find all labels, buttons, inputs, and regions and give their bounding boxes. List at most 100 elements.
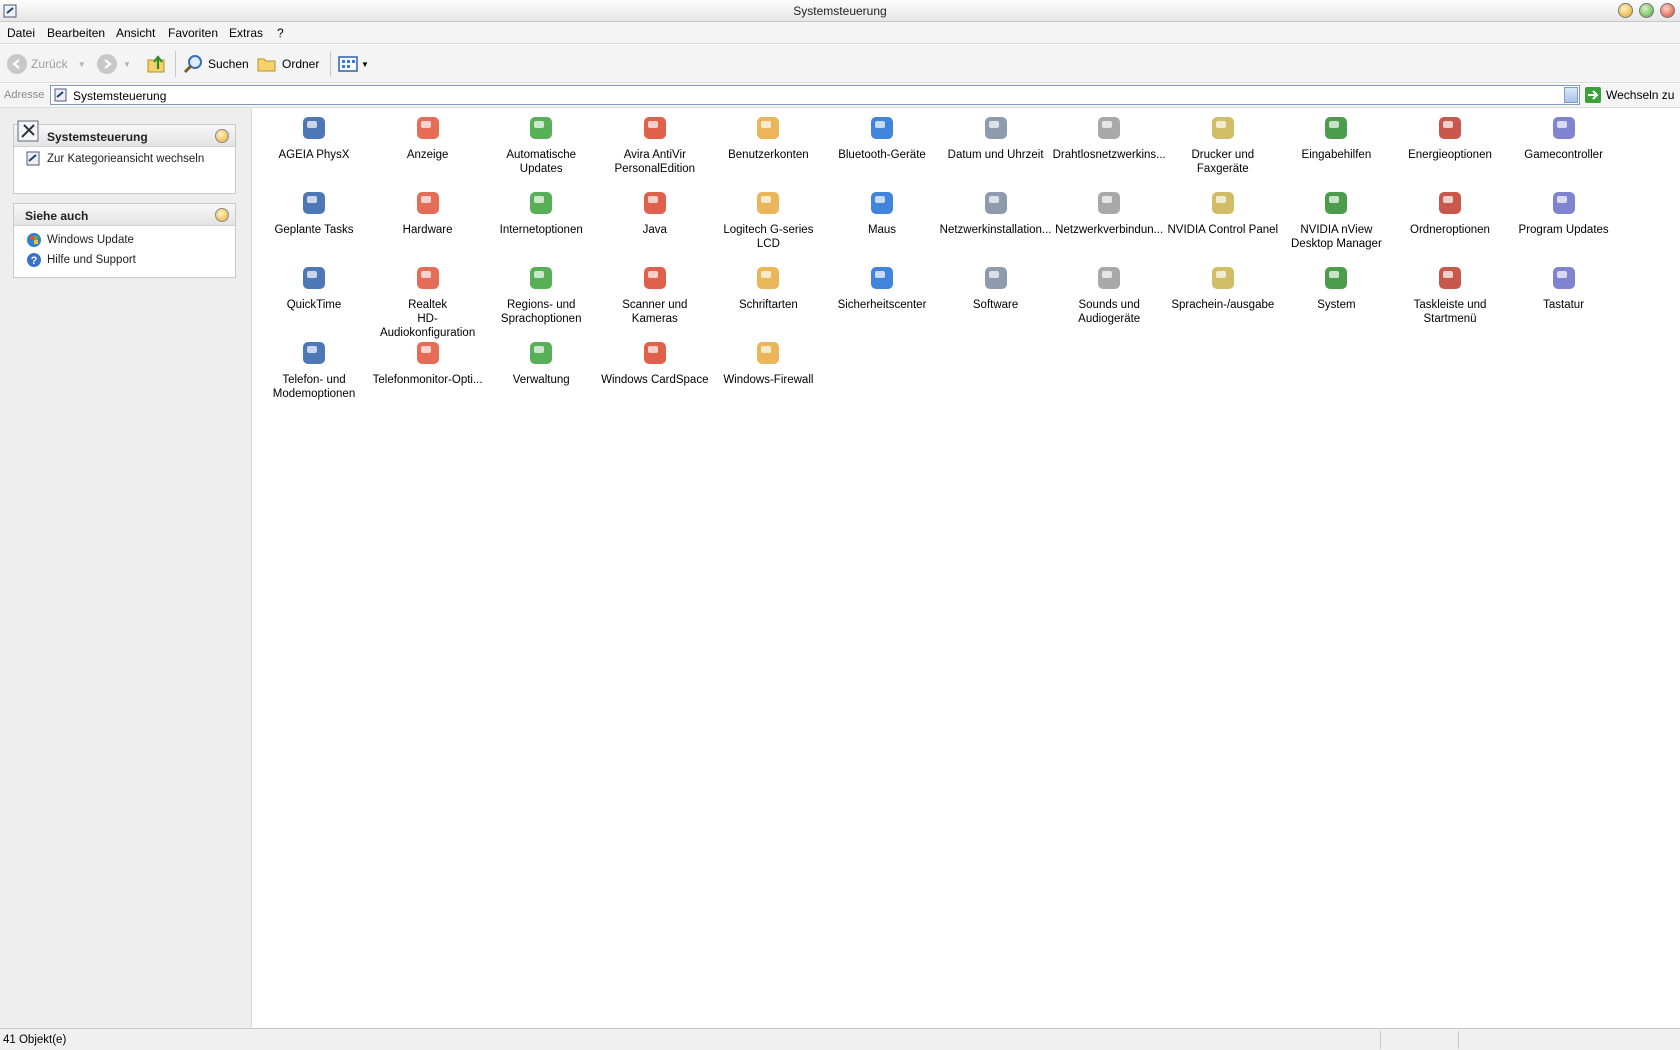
cp-item[interactable]: Maus — [825, 183, 939, 255]
cp-item[interactable]: Sprachein-/ausgabe — [1166, 258, 1280, 330]
cp-item[interactable]: Sounds und Audiogeräte — [1052, 258, 1166, 330]
cp-item[interactable]: Bluetooth-Geräte — [825, 108, 939, 180]
nvidia-nview-icon — [1325, 192, 1348, 214]
go-arrow-icon — [1585, 87, 1601, 103]
automatic-updates-icon — [530, 117, 553, 139]
cp-item[interactable]: Ordneroptionen — [1393, 183, 1507, 255]
close-button[interactable] — [1660, 3, 1675, 18]
menu-datei[interactable]: Datei — [7, 26, 35, 40]
address-value: Systemsteuerung — [73, 89, 167, 103]
address-field[interactable]: Systemsteuerung — [50, 85, 1580, 105]
cp-item-label: Verwaltung — [512, 374, 570, 386]
category-view-icon — [26, 151, 40, 166]
internet-options-icon — [530, 192, 553, 214]
cp-item[interactable]: Automatische Updates — [484, 108, 598, 180]
back-label: Zurück — [31, 57, 68, 71]
cp-item[interactable]: Tastatur — [1507, 258, 1621, 330]
cp-item[interactable]: Eingabehilfen — [1279, 108, 1393, 180]
cp-item[interactable]: Realtek HD-Audiokonfiguration — [371, 258, 485, 339]
cp-item[interactable]: Datum und Uhrzeit — [939, 108, 1053, 180]
menu-bearbeiten[interactable]: Bearbeiten — [47, 26, 105, 40]
cp-item[interactable]: Logitech G-series LCD — [711, 183, 825, 255]
cp-item[interactable]: NVIDIA Control Panel — [1166, 183, 1280, 255]
cp-item[interactable]: Internetoptionen — [484, 183, 598, 255]
cp-item[interactable]: Netzwerkinstallation... — [939, 183, 1053, 255]
cp-item-label: NVIDIA nView Desktop Manager — [1291, 224, 1382, 250]
cp-item-label: Drahtlosnetzwerkins... — [1052, 149, 1166, 161]
windows-update-link[interactable]: Windows Update — [14, 230, 235, 250]
scanner-camera-icon — [643, 267, 666, 289]
menu-help[interactable]: ? — [277, 26, 284, 40]
cp-item[interactable]: Software — [939, 258, 1053, 330]
up-folder-button[interactable] — [146, 53, 168, 75]
cp-item[interactable]: Geplante Tasks — [257, 183, 371, 255]
go-button[interactable]: Wechseln zu — [1584, 85, 1674, 105]
mouse-icon — [871, 192, 893, 214]
panel-header[interactable]: Systemsteuerung — [14, 120, 235, 147]
speaker-icon — [1098, 267, 1121, 289]
cp-item-label: Internetoptionen — [499, 224, 583, 236]
help-support-link[interactable]: ? Hilfe und Support — [14, 250, 235, 270]
cp-item-label: Java — [642, 224, 667, 236]
folder-options-icon — [1439, 192, 1461, 214]
cp-item-label: Telefon- und Modemoptionen — [272, 374, 356, 400]
menu-favoriten[interactable]: Favoriten — [168, 26, 218, 40]
cp-item[interactable]: Program Updates — [1507, 183, 1621, 255]
icon-view: AGEIA PhysX Anzeige Automatische Updates Av… — [253, 108, 1680, 1028]
cp-item-label: Geplante Tasks — [274, 224, 354, 236]
speech-icon — [1211, 267, 1234, 289]
cp-item[interactable]: Gamecontroller — [1507, 108, 1621, 180]
cp-item[interactable]: Telefon- und Modemoptionen — [257, 333, 371, 405]
views-button[interactable]: ▼ — [337, 53, 369, 75]
cp-item[interactable]: Scanner und Kameras — [598, 258, 712, 330]
cp-item[interactable]: Anzeige — [371, 108, 485, 180]
cp-item-label: Gamecontroller — [1524, 149, 1603, 161]
panel-title: Siehe auch — [25, 209, 89, 223]
cp-item[interactable]: Drucker und Faxgeräte — [1166, 108, 1280, 180]
cp-item[interactable]: Netzwerkverbindun... — [1052, 183, 1166, 255]
search-button[interactable]: Suchen — [182, 53, 249, 75]
cp-item[interactable]: Verwaltung — [484, 333, 598, 405]
cp-item[interactable]: QuickTime — [257, 258, 371, 330]
cardspace-icon — [643, 342, 666, 364]
minimize-button[interactable] — [1618, 3, 1633, 18]
cp-item[interactable]: Hardware — [371, 183, 485, 255]
collapse-icon[interactable] — [215, 129, 229, 143]
maximize-button[interactable] — [1639, 3, 1654, 18]
folders-button[interactable]: Ordner — [256, 53, 319, 75]
power-icon — [1439, 117, 1461, 139]
switch-category-view-link[interactable]: Zur Kategorieansicht wechseln — [14, 149, 235, 169]
cp-item[interactable]: Drahtlosnetzwerkins... — [1052, 108, 1166, 180]
cp-item[interactable]: Energieoptionen — [1393, 108, 1507, 180]
cp-item[interactable]: Taskleiste und Startmenü — [1393, 258, 1507, 330]
cp-item-label: AGEIA PhysX — [278, 149, 350, 161]
cp-item[interactable]: Java — [598, 183, 712, 255]
address-dropdown-button[interactable] — [1564, 87, 1578, 103]
forward-button[interactable]: ▼ — [97, 53, 131, 75]
admin-tools-icon — [530, 342, 553, 364]
back-button[interactable]: Zurück ▼ — [7, 53, 86, 75]
menu-extras[interactable]: Extras — [229, 26, 263, 40]
display-icon — [416, 117, 439, 139]
cp-item[interactable]: Regions- und Sprachoptionen — [484, 258, 598, 330]
cp-item[interactable]: NVIDIA nView Desktop Manager — [1279, 183, 1393, 255]
cp-item[interactable]: System — [1279, 258, 1393, 330]
panel-header[interactable]: Siehe auch — [14, 204, 235, 226]
cp-item[interactable]: Sicherheitscenter — [825, 258, 939, 330]
collapse-icon[interactable] — [215, 208, 229, 222]
cp-item[interactable]: Windows-Firewall — [711, 333, 825, 405]
cp-item[interactable]: AGEIA PhysX — [257, 108, 371, 180]
cp-item-label: Automatische Updates — [506, 149, 577, 175]
cp-item-label: Regions- und Sprachoptionen — [500, 299, 582, 325]
cp-item-label: Energieoptionen — [1408, 149, 1492, 161]
cp-item[interactable]: Windows CardSpace — [598, 333, 712, 405]
cp-item[interactable]: Benutzerkonten — [711, 108, 825, 180]
cp-item[interactable]: Avira AntiVir PersonalEdition — [598, 108, 712, 180]
views-dropdown-icon: ▼ — [361, 59, 369, 69]
menu-ansicht[interactable]: Ansicht — [116, 26, 155, 40]
cp-item[interactable]: Schriftarten — [711, 258, 825, 330]
cp-item[interactable]: Telefonmonitor-Opti... — [371, 333, 485, 405]
folder-icon — [257, 58, 276, 72]
help-support-label: Hilfe und Support — [47, 254, 136, 266]
address-bar: Adresse Systemsteuerung Wechseln zu — [0, 84, 1680, 108]
